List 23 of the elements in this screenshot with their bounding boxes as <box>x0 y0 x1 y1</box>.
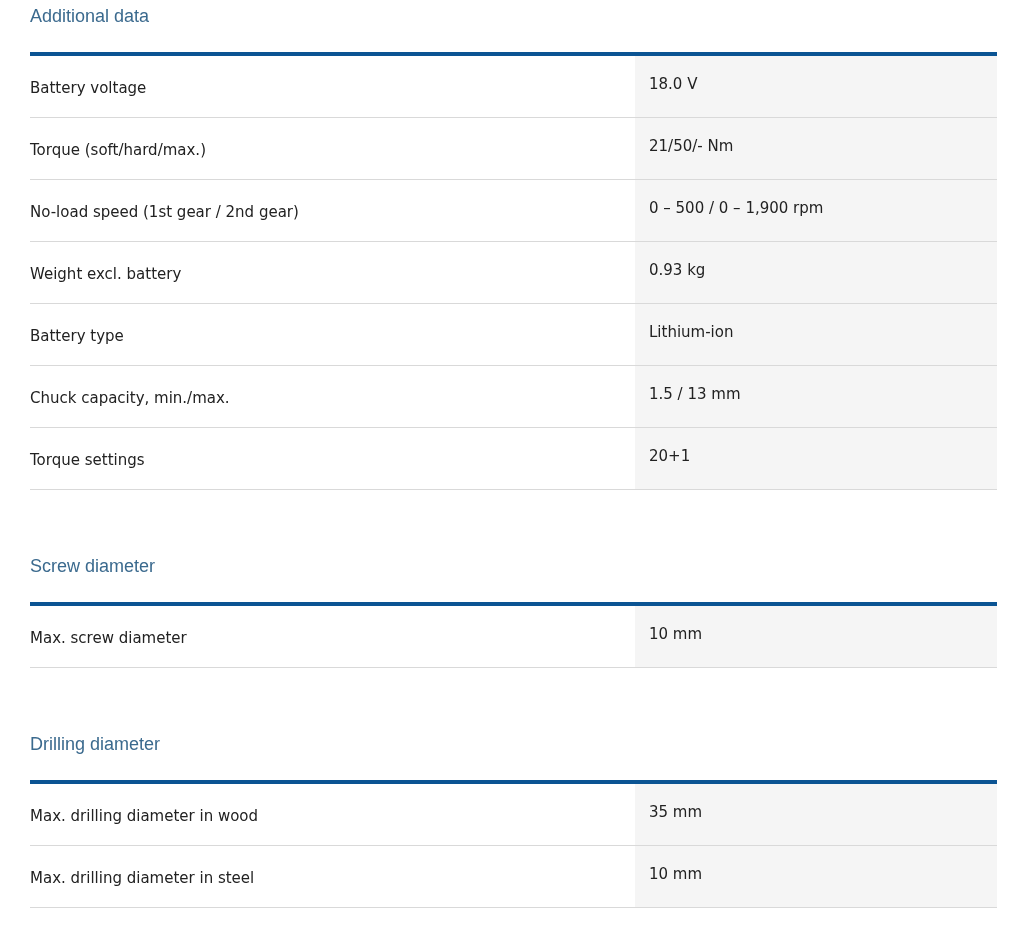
spec-value-cell: 0.93 kg <box>635 242 997 303</box>
spec-value-cell: 18.0 V <box>635 56 997 117</box>
spec-label: Torque (soft/hard/max.) <box>30 140 206 162</box>
spec-value-cell: 35 mm <box>635 784 997 845</box>
spec-label: Battery type <box>30 326 124 348</box>
spec-value-cell: 21/50/- Nm <box>635 118 997 179</box>
spec-label: Max. drilling diameter in steel <box>30 868 255 890</box>
spec-value-cell: 0 – 500 / 0 – 1,900 rpm <box>635 180 997 241</box>
spec-value-cell: 20+1 <box>635 428 997 489</box>
spec-label: Battery voltage <box>30 78 147 100</box>
spec-label: No-load speed (1st gear / 2nd gear) <box>30 202 299 224</box>
spec-label: Weight excl. battery <box>30 264 182 286</box>
spec-value-cell: Lithium-ion <box>635 304 997 365</box>
spec-label: Max. drilling diameter in wood <box>30 806 259 828</box>
spec-label: Torque settings <box>30 450 145 472</box>
section-heading: Screw diameter <box>30 555 157 578</box>
spec-label: Chuck capacity, min./max. <box>30 388 230 410</box>
section-heading: Additional data <box>30 5 151 28</box>
spec-value-cell: 10 mm <box>635 606 997 667</box>
spec-value-cell: 1.5 / 13 mm <box>635 366 997 427</box>
spec-label: Max. screw diameter <box>30 628 187 650</box>
section-heading: Drilling diameter <box>30 733 162 756</box>
spec-value-cell: 10 mm <box>635 846 997 907</box>
